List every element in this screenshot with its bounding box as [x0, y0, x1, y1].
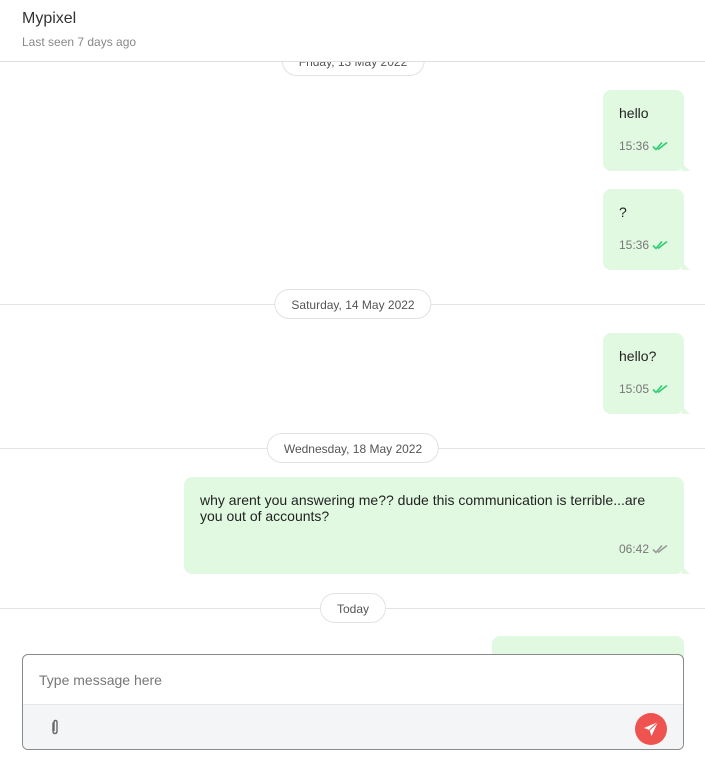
message-bubble[interactable]: hello 15:36 — [603, 90, 690, 171]
message-bubble[interactable]: ? 15:36 — [603, 189, 690, 270]
message-text: hello? — [619, 348, 657, 364]
date-separator: Wednesday, 18 May 2022 — [266, 433, 440, 463]
message-time: 15:36 — [618, 139, 649, 153]
chat-header: Mypixel Last seen 7 days ago — [0, 0, 705, 62]
message-bubble[interactable]: hello? 15:05 — [603, 333, 690, 414]
message-meta: 15:36 — [619, 238, 668, 252]
composer-toolbar — [23, 704, 683, 749]
message-time: 15:36 — [618, 238, 649, 252]
message-composer — [22, 654, 684, 750]
paper-plane-icon — [644, 721, 659, 736]
message-input[interactable] — [23, 655, 683, 704]
message-text: ? — [619, 204, 627, 220]
double-check-icon — [652, 384, 668, 394]
message-time: 15:05 — [618, 382, 649, 396]
date-separator: Saturday, 14 May 2022 — [274, 289, 432, 319]
double-check-icon — [652, 544, 668, 554]
paperclip-icon — [52, 719, 58, 735]
message-meta: 15:36 — [619, 139, 668, 153]
contact-name[interactable]: Mypixel — [22, 10, 76, 28]
send-button[interactable] — [635, 713, 667, 745]
message-time: 06:42 — [618, 542, 649, 556]
message-meta: 06:42 — [619, 542, 668, 556]
chat-area: Friday, 13 May 2022 hello 15:36 ? 15:36 … — [0, 0, 705, 765]
double-check-icon — [652, 240, 668, 250]
message-bubble[interactable]: why arent you answering me?? dude this c… — [184, 477, 690, 574]
last-seen-status: Last seen 7 days ago — [22, 35, 137, 49]
message-text: hello — [619, 105, 649, 121]
message-text: why arent you answering me?? dude this c… — [200, 492, 646, 524]
attach-button[interactable] — [45, 718, 65, 738]
message-meta: 15:05 — [619, 382, 668, 396]
date-separator: Today — [319, 593, 387, 623]
double-check-icon — [652, 141, 668, 151]
